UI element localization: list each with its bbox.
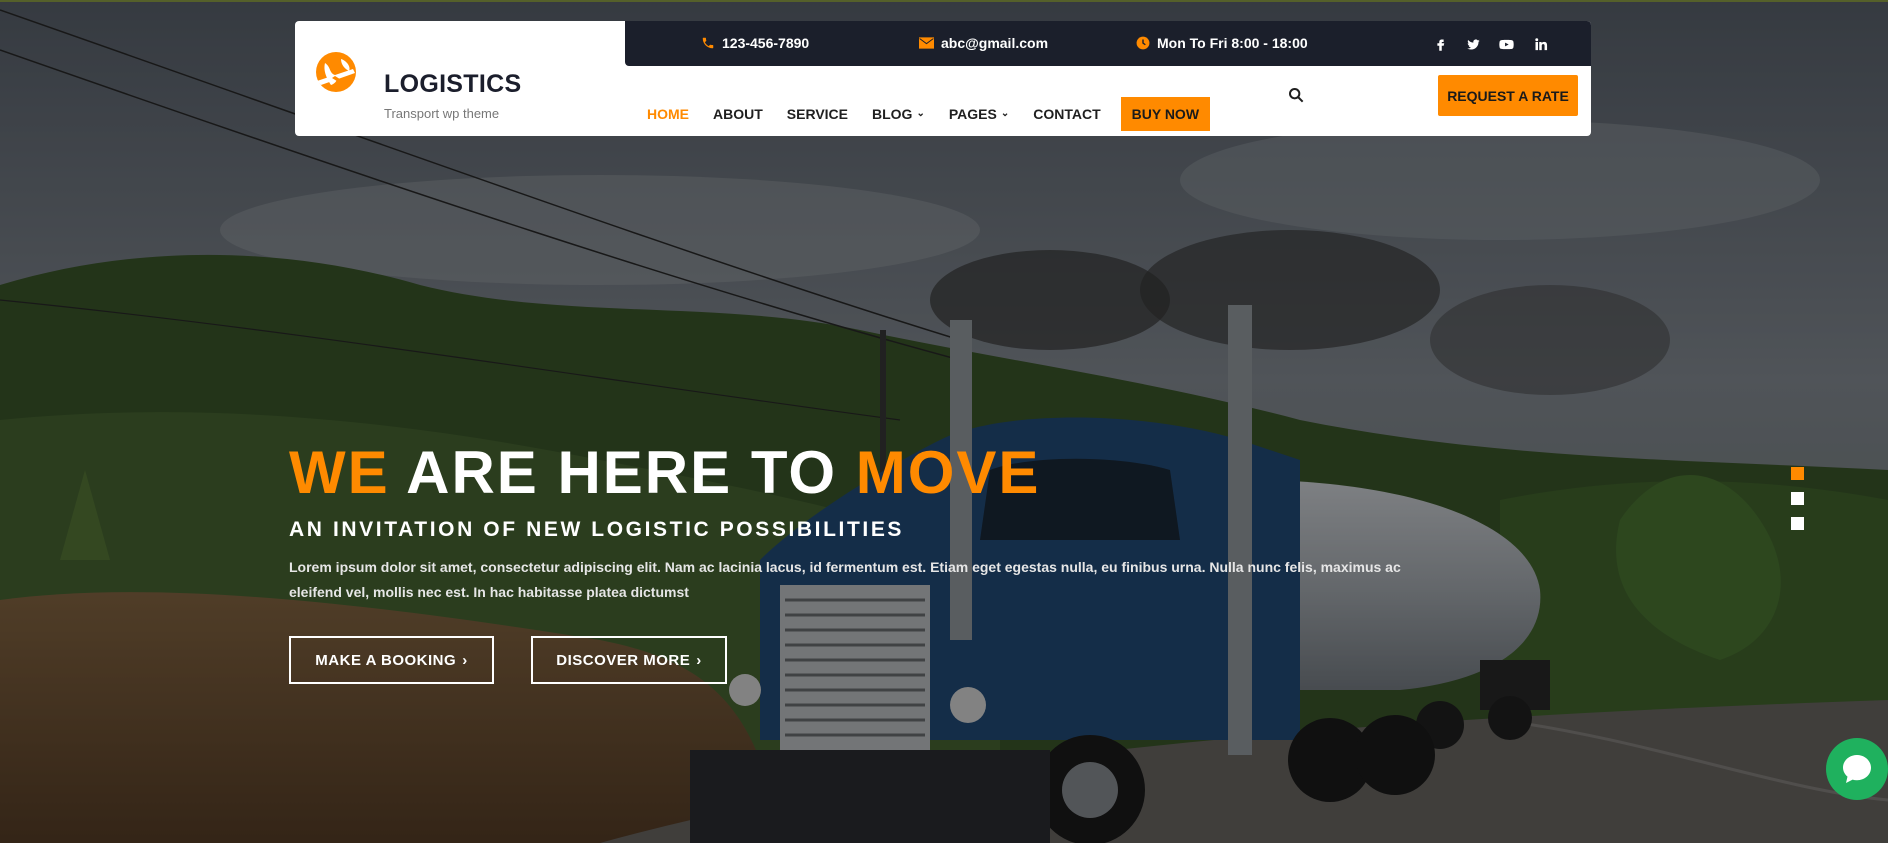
hours-info: Mon To Fri 8:00 - 18:00 xyxy=(1136,35,1308,51)
site-logo[interactable]: LOGISTICS Transport wp theme xyxy=(313,49,521,121)
chevron-right-icon: › xyxy=(696,651,702,669)
hero-headline: WE ARE HERE TO MOVE xyxy=(289,438,1040,507)
email-text: abc@gmail.com xyxy=(941,35,1049,51)
nav-contact[interactable]: CONTACT xyxy=(1033,106,1100,122)
headline-word-we: WE xyxy=(289,439,390,506)
nav-about[interactable]: ABOUT xyxy=(713,106,763,122)
booking-label: MAKE A BOOKING xyxy=(315,651,457,669)
search-button[interactable] xyxy=(1288,87,1308,107)
chat-button[interactable] xyxy=(1826,738,1888,800)
headline-middle: ARE HERE TO xyxy=(406,439,838,506)
discover-more-button[interactable]: DISCOVER MORE › xyxy=(531,636,727,684)
search-icon xyxy=(1289,88,1304,103)
phone-info[interactable]: 123-456-7890 xyxy=(701,35,809,51)
email-info[interactable]: abc@gmail.com xyxy=(919,35,1048,51)
linkedin-icon[interactable] xyxy=(1530,34,1550,54)
hours-text: Mon To Fri 8:00 - 18:00 xyxy=(1157,35,1308,51)
hero-description: Lorem ipsum dolor sit amet, consectetur … xyxy=(289,559,1401,600)
clock-icon xyxy=(1136,36,1150,50)
slider-pagination xyxy=(1791,467,1804,542)
slide-dot-1[interactable] xyxy=(1791,467,1804,480)
nav-blog[interactable]: BLOG ⌄ xyxy=(872,106,925,122)
top-edge-line xyxy=(0,0,1888,2)
headline-word-move: MOVE xyxy=(855,439,1041,506)
nav-home[interactable]: HOME xyxy=(647,106,689,122)
logo-subtitle: Transport wp theme xyxy=(384,106,500,121)
facebook-icon[interactable] xyxy=(1430,34,1450,54)
slide-dot-3[interactable] xyxy=(1791,517,1804,530)
chevron-right-icon: › xyxy=(462,651,468,669)
site-header: LOGISTICS Transport wp theme 123-456-789… xyxy=(295,21,1591,136)
chat-bubble-icon xyxy=(1843,755,1871,783)
envelope-icon xyxy=(919,37,934,49)
discover-label: DISCOVER MORE xyxy=(556,651,691,669)
chevron-down-icon: ⌄ xyxy=(916,107,925,119)
main-nav: HOME ABOUT SERVICE BLOG ⌄ PAGES ⌄ CONTACT … xyxy=(647,97,1211,131)
nav-pages[interactable]: PAGES ⌄ xyxy=(949,106,1009,122)
logo-title: LOGISTICS xyxy=(384,70,522,98)
request-a-rate-button[interactable]: REQUEST A RATE xyxy=(1438,75,1578,116)
youtube-icon[interactable] xyxy=(1496,34,1516,54)
chevron-down-icon: ⌄ xyxy=(1000,107,1010,119)
slide-dot-2[interactable] xyxy=(1791,492,1804,505)
twitter-icon[interactable] xyxy=(1463,34,1483,54)
make-a-booking-button[interactable]: MAKE A BOOKING › xyxy=(289,636,494,684)
globe-plane-icon xyxy=(316,52,356,92)
phone-icon xyxy=(702,37,714,49)
nav-service[interactable]: SERVICE xyxy=(787,106,848,122)
buy-now-button[interactable]: BUY NOW xyxy=(1120,97,1211,131)
header-topbar: 123-456-7890 abc@gmail.com Mon To Fri 8:… xyxy=(625,21,1591,66)
phone-text: 123-456-7890 xyxy=(722,35,810,51)
hero-subheading: AN INVITATION OF NEW LOGISTIC POSSIBILIT… xyxy=(289,518,905,541)
